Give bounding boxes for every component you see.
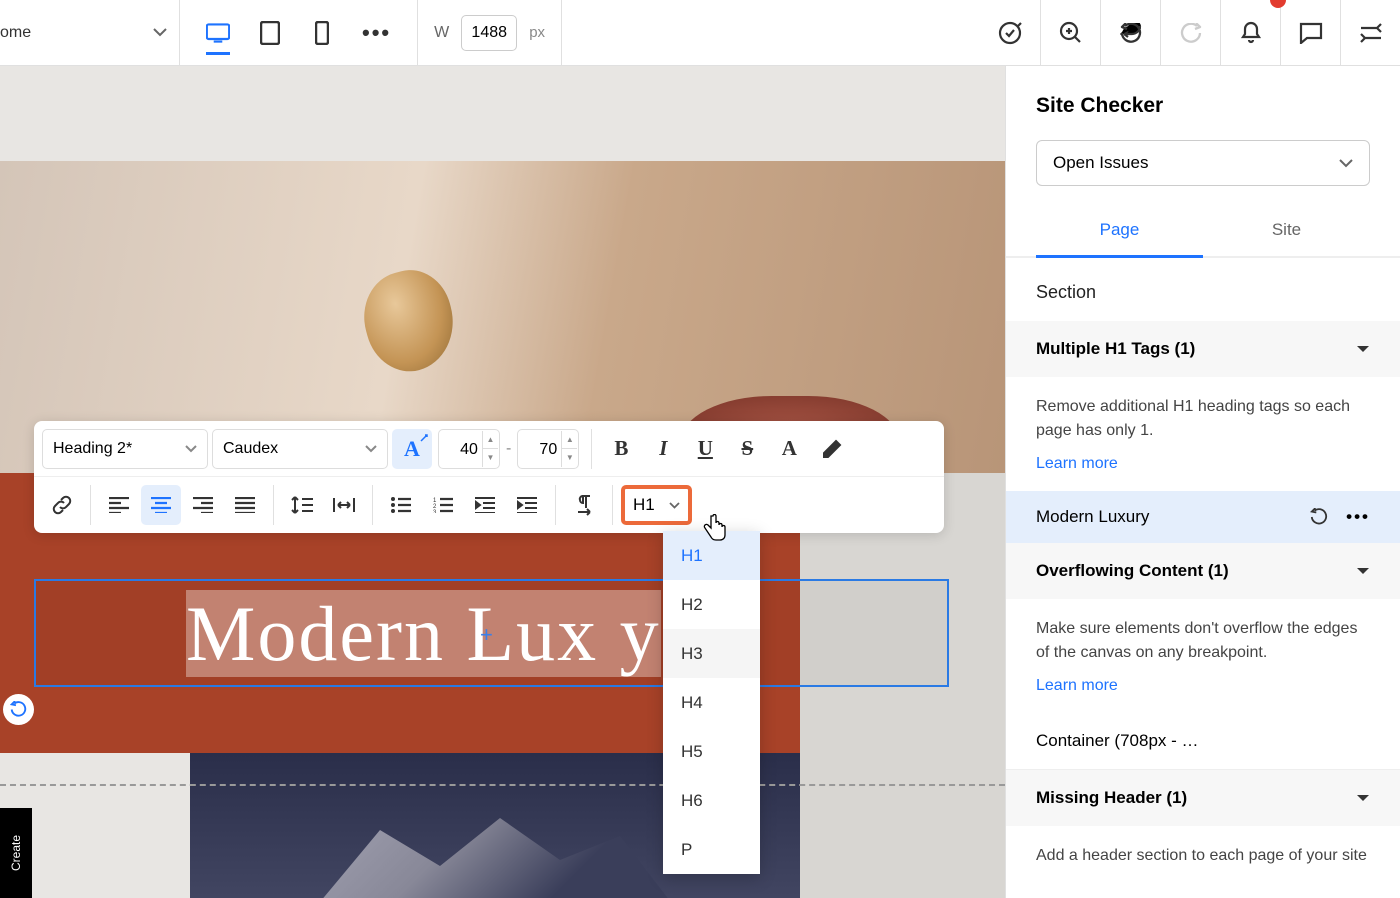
mobile-icon[interactable] <box>310 22 334 44</box>
font-size-max-input[interactable]: 70 ▲▼ <box>517 429 579 469</box>
heading-text[interactable]: Modern Lux y <box>186 589 661 679</box>
revert-button[interactable] <box>3 694 34 725</box>
indent-icon[interactable] <box>507 485 547 525</box>
font-style-button[interactable]: A <box>770 429 808 469</box>
chevron-down-icon <box>153 28 167 37</box>
chevron-down-icon <box>365 445 377 453</box>
issue-missing-header-header[interactable]: Missing Header (1) <box>1006 770 1400 826</box>
text-formatting-toolbar: Heading 2* Caudex A 40 ▲▼ - 70 ▲▼ B I U … <box>34 421 944 533</box>
issue-multiple-h1-header[interactable]: Multiple H1 Tags (1) <box>1006 321 1400 377</box>
stepper-down-icon[interactable]: ▼ <box>561 449 577 467</box>
letter-spacing-icon[interactable] <box>324 485 364 525</box>
issue-overflow-header[interactable]: Overflowing Content (1) <box>1006 543 1400 599</box>
revert-icon[interactable] <box>1310 508 1328 526</box>
panel-title: Site Checker <box>1006 66 1400 140</box>
stepper-up-icon[interactable]: ▲ <box>482 431 498 450</box>
tab-site[interactable]: Site <box>1203 204 1370 256</box>
heading-tag-dropdown: H1 H2 H3 H4 H5 H6 P <box>663 531 760 874</box>
numbered-list-icon[interactable]: 123 <box>423 485 463 525</box>
desktop-icon[interactable] <box>206 11 230 55</box>
strike-button[interactable]: S <box>728 429 766 469</box>
caret-down-icon <box>1356 794 1370 803</box>
underline-button[interactable]: U <box>686 429 724 469</box>
issue-description: Add a header section to each page of you… <box>1006 826 1400 874</box>
cursor-plus-marker: + <box>480 622 493 648</box>
align-justify-icon[interactable] <box>225 485 265 525</box>
caret-down-icon <box>1356 567 1370 576</box>
issue-item-modern-luxury[interactable]: Modern Luxury ••• <box>1006 491 1400 543</box>
svg-text:3: 3 <box>433 510 437 513</box>
cursor-pointer-icon <box>702 514 728 544</box>
heading-tag-select[interactable]: H1 <box>621 485 692 525</box>
top-toolbar: ome ••• W px <box>0 0 1400 66</box>
align-left-icon[interactable] <box>99 485 139 525</box>
bullet-list-icon[interactable] <box>381 485 421 525</box>
link-icon[interactable] <box>42 485 82 525</box>
undo-icon[interactable] <box>1100 0 1160 66</box>
text-color-button[interactable]: A <box>392 429 432 469</box>
range-dash: - <box>506 440 511 458</box>
settings-toggle-icon[interactable] <box>1340 0 1400 66</box>
chevron-down-icon <box>1339 159 1353 168</box>
edit-icon[interactable] <box>812 429 852 469</box>
more-breakpoints-icon[interactable]: ••• <box>362 20 391 46</box>
width-input[interactable] <box>461 15 517 51</box>
section-label: Section <box>1006 258 1400 321</box>
learn-more-link[interactable]: Learn more <box>1006 449 1400 491</box>
caret-down-icon <box>1356 345 1370 354</box>
text-direction-icon[interactable] <box>564 485 604 525</box>
chevron-down-icon <box>185 445 197 453</box>
width-label: W <box>434 24 449 42</box>
italic-button[interactable]: I <box>644 429 682 469</box>
font-family-select[interactable]: Caudex <box>212 429 388 469</box>
learn-more-link[interactable]: Learn more <box>1006 671 1400 713</box>
page-selector[interactable]: ome <box>0 0 180 66</box>
create-tab[interactable]: Create <box>0 808 32 898</box>
align-center-icon[interactable] <box>141 485 181 525</box>
tablet-icon[interactable] <box>258 22 282 44</box>
font-size-input[interactable]: 40 ▲▼ <box>438 429 500 469</box>
heading-option-p[interactable]: P <box>663 825 760 874</box>
heading-option-h6[interactable]: H6 <box>663 776 760 825</box>
notifications-icon[interactable] <box>1220 0 1280 66</box>
tab-page[interactable]: Page <box>1036 204 1203 256</box>
heading-option-h3[interactable]: H3 <box>663 629 760 678</box>
heading-option-h2[interactable]: H2 <box>663 580 760 629</box>
check-icon[interactable] <box>980 0 1040 66</box>
redo-icon[interactable] <box>1160 0 1220 66</box>
heading-option-h5[interactable]: H5 <box>663 727 760 776</box>
device-breakpoints: ••• <box>180 0 418 66</box>
revert-icon <box>10 701 27 718</box>
width-unit: px <box>529 24 545 41</box>
heading-option-h4[interactable]: H4 <box>663 678 760 727</box>
align-right-icon[interactable] <box>183 485 223 525</box>
outdent-icon[interactable] <box>465 485 505 525</box>
page-name: ome <box>0 24 31 42</box>
more-actions-icon[interactable]: ••• <box>1346 507 1370 527</box>
section-divider-dashed <box>0 784 1005 786</box>
text-style-select[interactable]: Heading 2* <box>42 429 208 469</box>
canvas-width-group: W px <box>418 0 562 66</box>
checker-tabs: Page Site <box>1006 204 1400 258</box>
bold-button[interactable]: B <box>602 429 640 469</box>
chevron-down-icon <box>669 502 680 509</box>
issue-description: Make sure elements don't overflow the ed… <box>1006 599 1400 671</box>
issue-description: Remove additional H1 heading tags so eac… <box>1006 377 1400 449</box>
stepper-up-icon[interactable]: ▲ <box>561 431 577 450</box>
line-height-icon[interactable] <box>282 485 322 525</box>
site-checker-panel: Site Checker Open Issues Page Site Secti… <box>1005 66 1400 898</box>
zoom-icon[interactable] <box>1040 0 1100 66</box>
issue-item-container[interactable]: Container (708px - … <box>1006 713 1400 770</box>
stepper-down-icon[interactable]: ▼ <box>482 449 498 467</box>
comments-icon[interactable] <box>1280 0 1340 66</box>
issues-filter-select[interactable]: Open Issues <box>1036 140 1370 186</box>
right-tool-group <box>980 0 1400 66</box>
